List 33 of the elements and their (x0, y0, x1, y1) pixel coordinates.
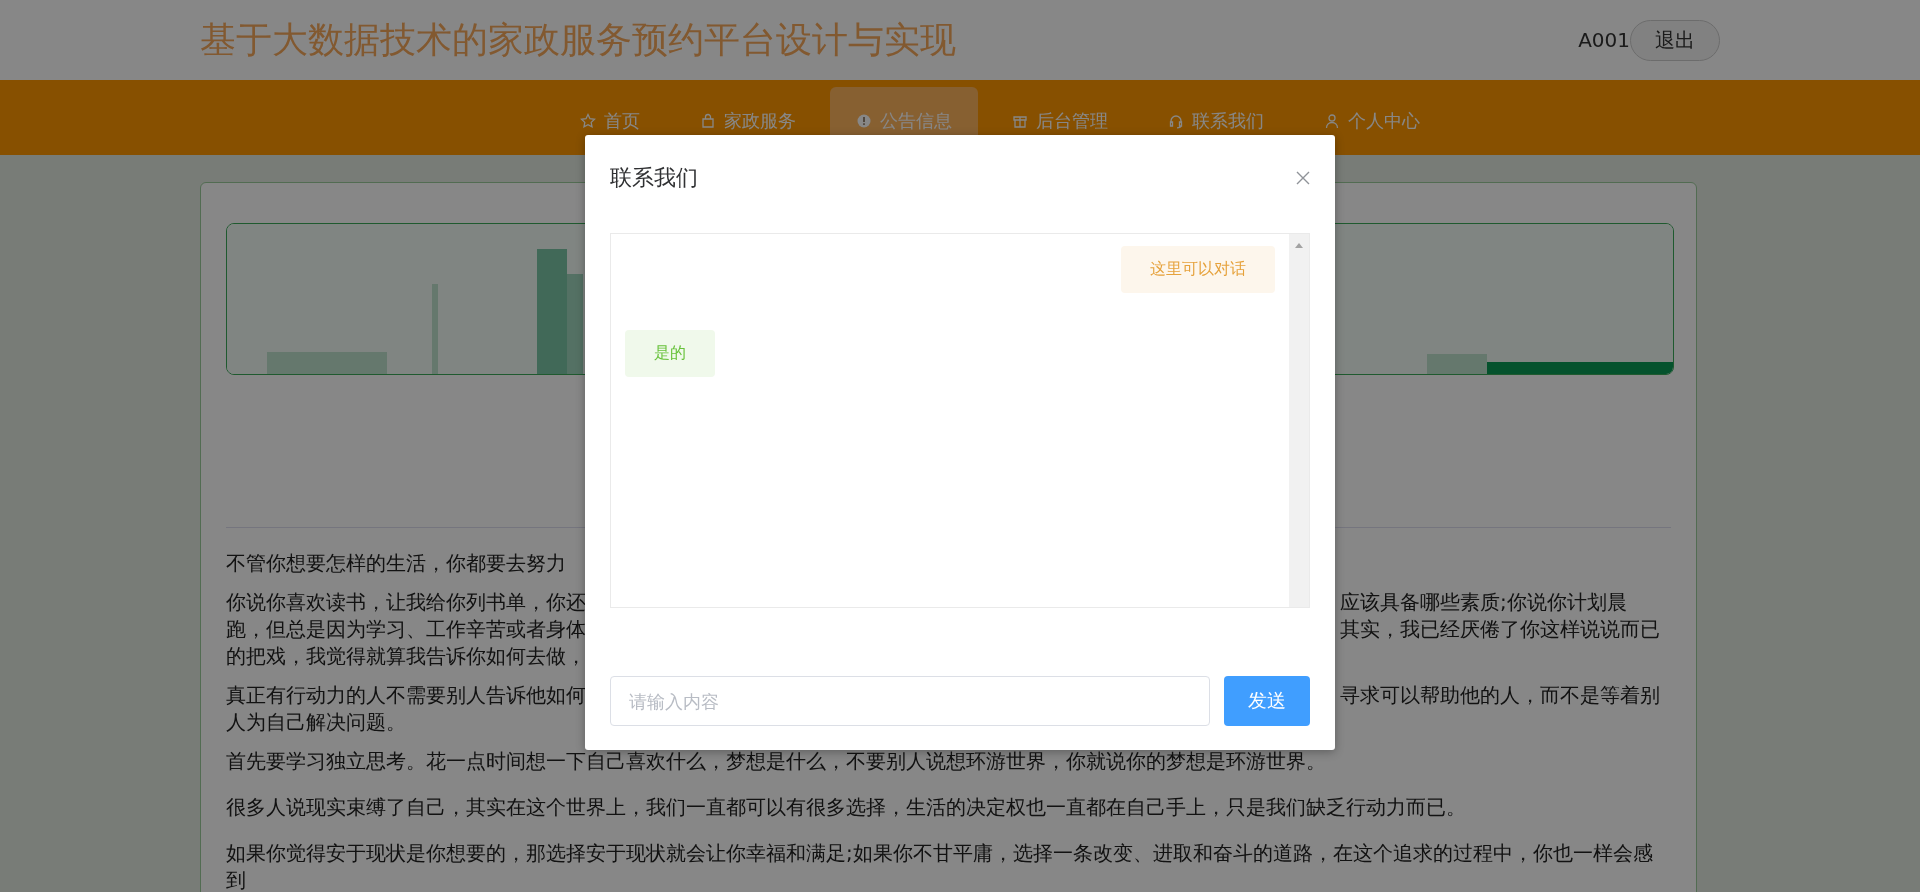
nav-tab[interactable]: 联系我们 (1142, 87, 1290, 155)
paragraph-fragment: 其实，我已经厌倦了你这样说说而已 (1340, 616, 1661, 643)
info-icon (856, 113, 872, 129)
paragraph: 首先要学习独立思考。花一点时间想一下自己喜欢什么，梦想是什么，不要别人说想环游世界，你就说你的梦想是环游世界。 (226, 748, 1327, 775)
nav-tab[interactable]: 家政服务 (674, 87, 822, 155)
close-icon[interactable] (1296, 171, 1310, 185)
nav-tab[interactable]: 首页 (554, 87, 666, 155)
chat-message: 这里可以对话 (1121, 246, 1275, 293)
paragraph: 如果你觉得安于现状是你想要的，那选择安于现状就会让你幸福和满足;如果你不甘平庸，选择一条改变、进取和奋斗的道路，在这个追求的过程中，你也一样会感到 (226, 840, 1654, 892)
site-title: 基于大数据技术的家政服务预约平台设计与实现 (200, 17, 957, 62)
username: A001 (1578, 28, 1630, 52)
logout-button[interactable]: 退出 (1630, 19, 1720, 61)
send-button[interactable]: 发送 (1224, 676, 1310, 726)
message-input[interactable]: 请输入内容 (610, 676, 1210, 726)
paragraph-fragment: 人为自己解决问题。 (226, 709, 407, 736)
nav-tab[interactable]: 后台管理 (986, 87, 1134, 155)
dialog-title: 联系我们 (610, 164, 698, 192)
bag-icon (700, 113, 716, 129)
user-icon (1324, 113, 1340, 129)
paragraph-fragment: 真正有行动力的人不需要别人告诉他如何 (226, 682, 587, 709)
headset-icon (1168, 113, 1184, 129)
paragraph-fragment: 你说你喜欢读书，让我给你列书单，你还 (226, 589, 587, 616)
scrollbar[interactable] (1289, 234, 1309, 607)
chat-message: 是的 (625, 330, 715, 377)
star-icon (580, 113, 596, 129)
paragraph: 很多人说现实束缚了自己，其实在这个世界上，我们一直都可以有很多选择，生活的决定权也一直都在自己手上，只是我们缺乏行动力而已。 (226, 794, 1467, 821)
paragraph-fragment: 寻求可以帮助他的人，而不是等着别 (1340, 682, 1661, 709)
box-icon (1012, 113, 1028, 129)
paragraph-fragment: 应该具备哪些素质;你说你计划晨 (1340, 589, 1628, 616)
nav-tab[interactable]: 个人中心 (1298, 87, 1446, 155)
paragraph-fragment: 的把戏，我觉得就算我告诉你如何去做， (226, 643, 587, 670)
paragraph-fragment: 跑，但总是因为学习、工作辛苦或者身体 (226, 616, 587, 643)
paragraph-fragment: 不管你想要怎样的生活，你都要去努力 (226, 550, 567, 577)
